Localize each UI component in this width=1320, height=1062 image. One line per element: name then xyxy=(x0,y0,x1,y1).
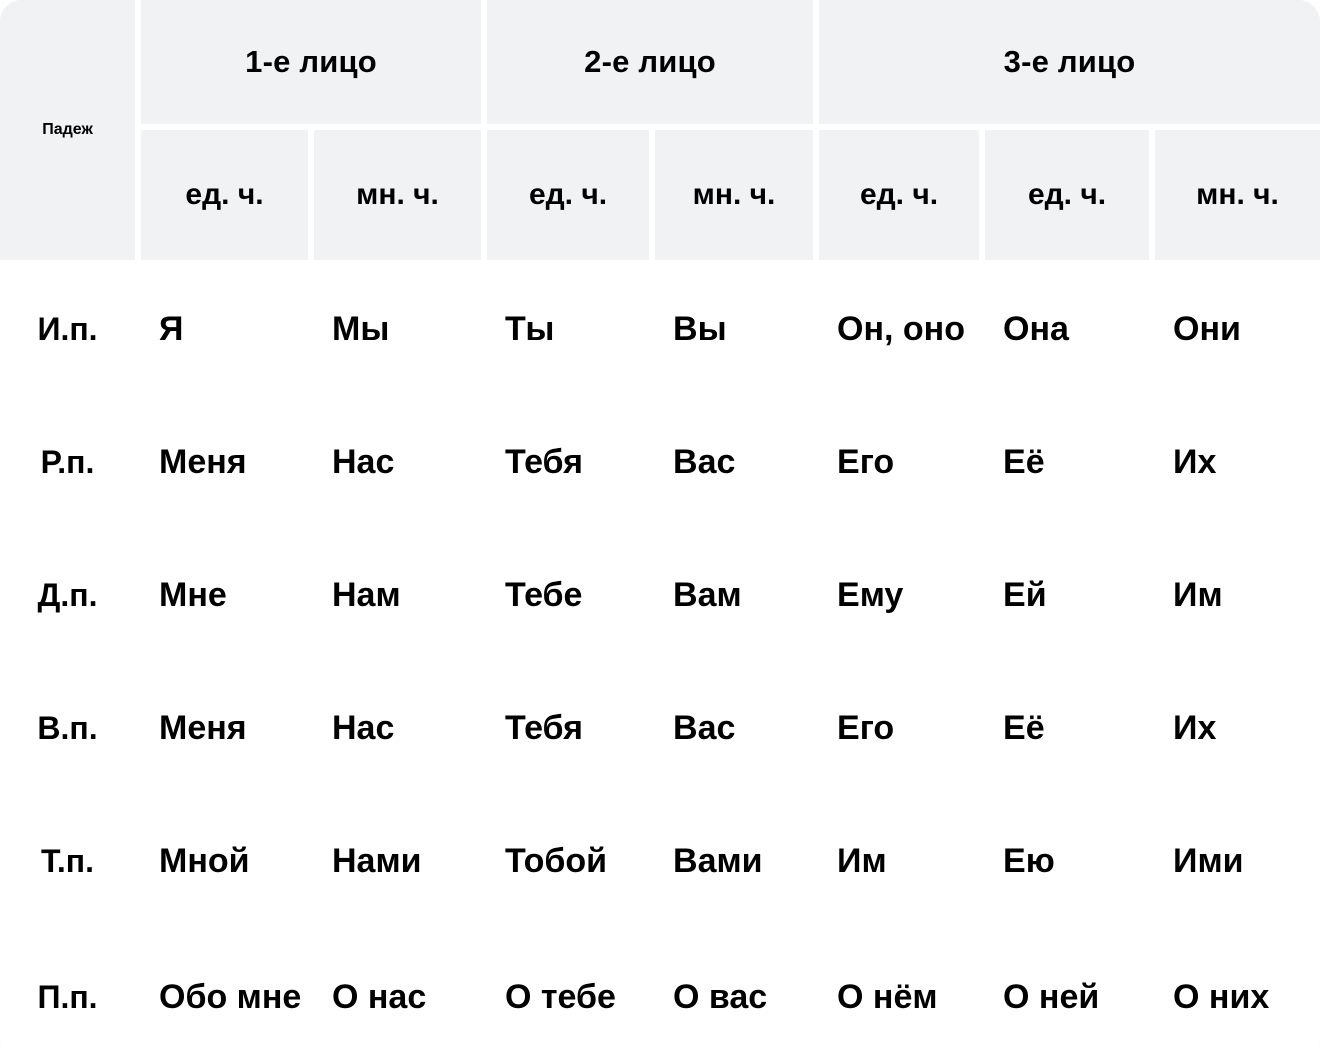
pronoun-cell: Вам xyxy=(655,532,820,665)
pronoun-cell: О нём xyxy=(819,931,986,1062)
pronoun-cell: Нам xyxy=(314,532,488,665)
pronoun-cell: Их xyxy=(1155,665,1320,798)
table-body: И.п. Я Мы Ты Вы Он, оно Она Они Р.п. Мен… xyxy=(0,266,1320,1062)
pronoun-cell: Тебя xyxy=(487,399,656,532)
pronoun-cell: Её xyxy=(985,665,1156,798)
subcolumn-header-1-plural: мн. ч. xyxy=(314,130,488,266)
pronoun-cell: Им xyxy=(819,798,986,931)
pronoun-cell: Её xyxy=(985,399,1156,532)
case-label: И.п. xyxy=(0,266,141,399)
table-row: П.п. Обо мне О нас О тебе О вас О нём О … xyxy=(0,931,1320,1062)
pronoun-cell: Тебе xyxy=(487,532,656,665)
pronoun-cell: Мы xyxy=(314,266,488,399)
case-label: П.п. xyxy=(0,931,141,1062)
subcolumn-header-3-singular-masc: ед. ч. xyxy=(819,130,986,266)
pronoun-cell: О вас xyxy=(655,931,820,1062)
group-header-row: Падеж 1-е лицо 2-е лицо 3-е лицо xyxy=(0,0,1320,266)
pronoun-cell: Она xyxy=(985,266,1156,399)
pronoun-cell: Вами xyxy=(655,798,820,931)
pronoun-declension-table-card: Падеж 1-е лицо 2-е лицо 3-е лицо ед. ч. … xyxy=(0,0,1320,1062)
pronoun-cell: Мне xyxy=(141,532,314,665)
table-row: Р.п. Меня Нас Тебя Вас Его Её Их xyxy=(0,399,1320,532)
case-label: Р.п. xyxy=(0,399,141,532)
pronoun-cell: Я xyxy=(141,266,314,399)
pronoun-cell: Мной xyxy=(141,798,314,931)
group-header-second-person: 2-е лицо xyxy=(487,0,820,130)
pronoun-cell: Его xyxy=(819,399,986,532)
subcolumn-header-2-singular: ед. ч. xyxy=(487,130,656,266)
pronoun-cell: Нас xyxy=(314,399,488,532)
pronoun-cell: Ему xyxy=(819,532,986,665)
pronoun-cell: О тебе xyxy=(487,931,656,1062)
pronoun-cell: Обо мне xyxy=(141,931,314,1062)
subcolumn-header-row: ед. ч. мн. ч. ед. ч. мн. ч. ед. ч. ед. ч… xyxy=(0,130,1320,266)
pronoun-cell: Ими xyxy=(1155,798,1320,931)
pronoun-cell: Его xyxy=(819,665,986,798)
group-header-third-person: 3-е лицо xyxy=(819,0,1320,130)
table-header: Падеж 1-е лицо 2-е лицо 3-е лицо ед. ч. … xyxy=(0,0,1320,266)
pronoun-cell: Вас xyxy=(655,399,820,532)
pronoun-cell: О ней xyxy=(985,931,1156,1062)
case-label: Д.п. xyxy=(0,532,141,665)
subcolumn-header-1-singular: ед. ч. xyxy=(141,130,314,266)
subcolumn-header-3-singular-fem: ед. ч. xyxy=(985,130,1156,266)
pronoun-cell: О нас xyxy=(314,931,488,1062)
table-row: В.п. Меня Нас Тебя Вас Его Её Их xyxy=(0,665,1320,798)
pronoun-cell: Им xyxy=(1155,532,1320,665)
table-row: И.п. Я Мы Ты Вы Он, оно Она Они xyxy=(0,266,1320,399)
pronoun-cell: Вы xyxy=(655,266,820,399)
pronoun-cell: Ей xyxy=(985,532,1156,665)
case-column-header: Падеж xyxy=(0,0,141,266)
pronoun-declension-table: Падеж 1-е лицо 2-е лицо 3-е лицо ед. ч. … xyxy=(0,0,1320,1062)
table-row: Д.п. Мне Нам Тебе Вам Ему Ей Им xyxy=(0,532,1320,665)
pronoun-cell: О них xyxy=(1155,931,1320,1062)
subcolumn-header-2-plural: мн. ч. xyxy=(655,130,820,266)
pronoun-cell: Он, оно xyxy=(819,266,986,399)
pronoun-cell: Тобой xyxy=(487,798,656,931)
pronoun-cell: Их xyxy=(1155,399,1320,532)
pronoun-cell: Меня xyxy=(141,665,314,798)
pronoun-cell: Меня xyxy=(141,399,314,532)
case-label: В.п. xyxy=(0,665,141,798)
pronoun-cell: Нами xyxy=(314,798,488,931)
pronoun-cell: Ты xyxy=(487,266,656,399)
pronoun-cell: Они xyxy=(1155,266,1320,399)
group-header-first-person: 1-е лицо xyxy=(141,0,488,130)
pronoun-cell: Нас xyxy=(314,665,488,798)
pronoun-cell: Вас xyxy=(655,665,820,798)
pronoun-cell: Тебя xyxy=(487,665,656,798)
pronoun-cell: Ею xyxy=(985,798,1156,931)
case-label: Т.п. xyxy=(0,798,141,931)
table-row: Т.п. Мной Нами Тобой Вами Им Ею Ими xyxy=(0,798,1320,931)
subcolumn-header-3-plural: мн. ч. xyxy=(1155,130,1320,266)
